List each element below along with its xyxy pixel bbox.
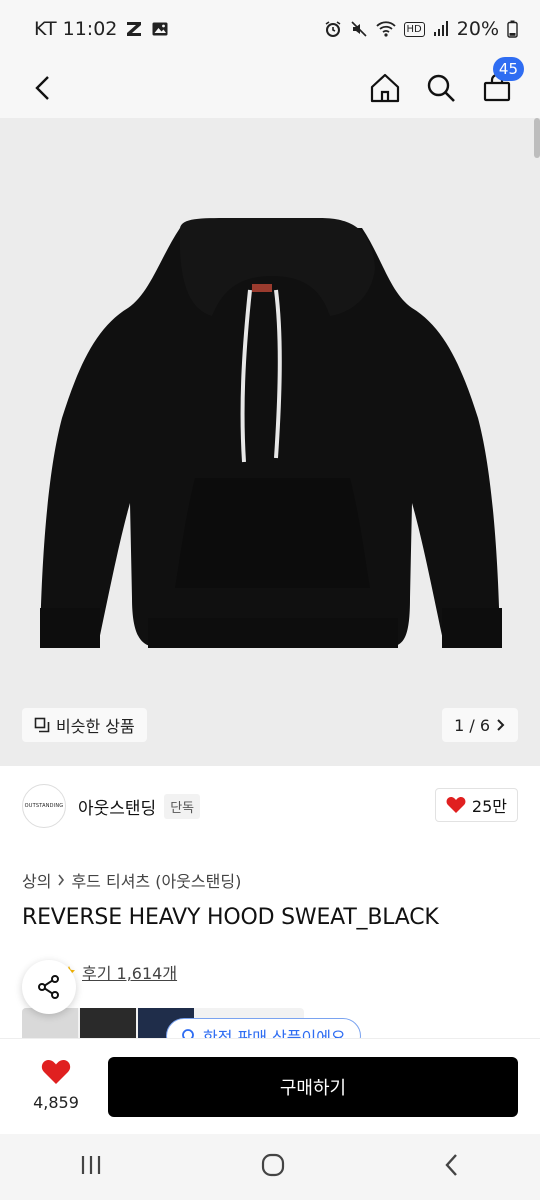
cart-count-badge: 45 <box>492 57 524 81</box>
back-arrow-icon <box>35 76 49 100</box>
exclusive-tag: 단독 <box>164 793 201 819</box>
back-nav-button[interactable] <box>442 1152 462 1182</box>
heart-icon <box>446 797 466 813</box>
brand-like-count: 25만 <box>471 797 507 816</box>
review-link[interactable]: 후기 1,614개 <box>82 960 177 984</box>
home-nav-button[interactable] <box>260 1152 286 1182</box>
search-icon <box>427 74 455 102</box>
recent-apps-icon <box>81 1156 101 1174</box>
home-button[interactable] <box>368 71 402 105</box>
purchase-bar: 4,859 구매하기 <box>0 1038 540 1134</box>
home-icon <box>370 73 400 103</box>
image-pager[interactable]: 1 / 6 <box>442 708 518 742</box>
breadcrumb-category[interactable]: 상의 <box>22 868 51 892</box>
brand-row: OUTSTANDING 아웃스탠딩 단독 25만 <box>0 766 540 846</box>
hd-icon: HD <box>403 21 425 37</box>
image-pager-text: 1 / 6 <box>454 715 490 735</box>
similar-products-label: 비슷한 상품 <box>56 717 135 736</box>
product-image-carousel[interactable]: 비슷한 상품 1 / 6 <box>0 118 540 766</box>
brand-like-button[interactable]: 25만 <box>434 788 518 822</box>
chevron-right-icon <box>497 719 505 731</box>
signal-icon <box>433 20 449 38</box>
carrier-time: KT 11:02 <box>34 18 118 40</box>
brand-name[interactable]: 아웃스탠딩 <box>78 794 156 819</box>
share-button[interactable] <box>22 960 76 1014</box>
home-circle-icon <box>261 1153 285 1177</box>
copy-icon <box>34 717 50 733</box>
back-button[interactable] <box>26 71 60 105</box>
cart-button[interactable]: 45 <box>480 57 524 105</box>
battery-percent: 20% <box>456 18 499 40</box>
screen: KT 11:02 HD 20% 45 비슷한 상품 1 / 6 OUTSTAND… <box>0 0 540 1200</box>
back-nav-icon <box>445 1154 457 1176</box>
mute-icon <box>350 20 368 38</box>
heart-icon <box>41 1060 71 1084</box>
breadcrumb-subcategory[interactable]: 후드 티셔츠 (아웃스탠딩) <box>71 868 241 892</box>
alarm-icon <box>324 20 342 38</box>
system-nav-bar <box>0 1134 540 1200</box>
wifi-icon <box>375 20 396 38</box>
status-bar: KT 11:02 HD 20% <box>0 0 540 58</box>
hoodie-image <box>40 218 502 648</box>
wishlist-count: 4,859 <box>33 1093 79 1112</box>
app-bar: 45 <box>0 57 540 118</box>
product-title: REVERSE HEAVY HOOD SWEAT_BLACK <box>22 905 439 930</box>
z-app-icon <box>125 20 143 38</box>
share-icon <box>38 975 59 999</box>
gallery-icon <box>151 20 169 38</box>
brand-logo[interactable]: OUTSTANDING <box>22 784 66 828</box>
recent-apps-button[interactable] <box>78 1153 104 1181</box>
buy-button[interactable]: 구매하기 <box>108 1057 518 1117</box>
breadcrumb: 상의 후드 티셔츠 (아웃스탠딩) <box>22 868 241 892</box>
wishlist-button[interactable]: 4,859 <box>24 1059 88 1112</box>
thumbnail-black[interactable] <box>80 1008 136 1042</box>
search-button[interactable] <box>424 71 458 105</box>
chevron-right-icon <box>58 874 65 886</box>
battery-icon <box>507 20 518 38</box>
similar-products-button[interactable]: 비슷한 상품 <box>22 708 147 742</box>
